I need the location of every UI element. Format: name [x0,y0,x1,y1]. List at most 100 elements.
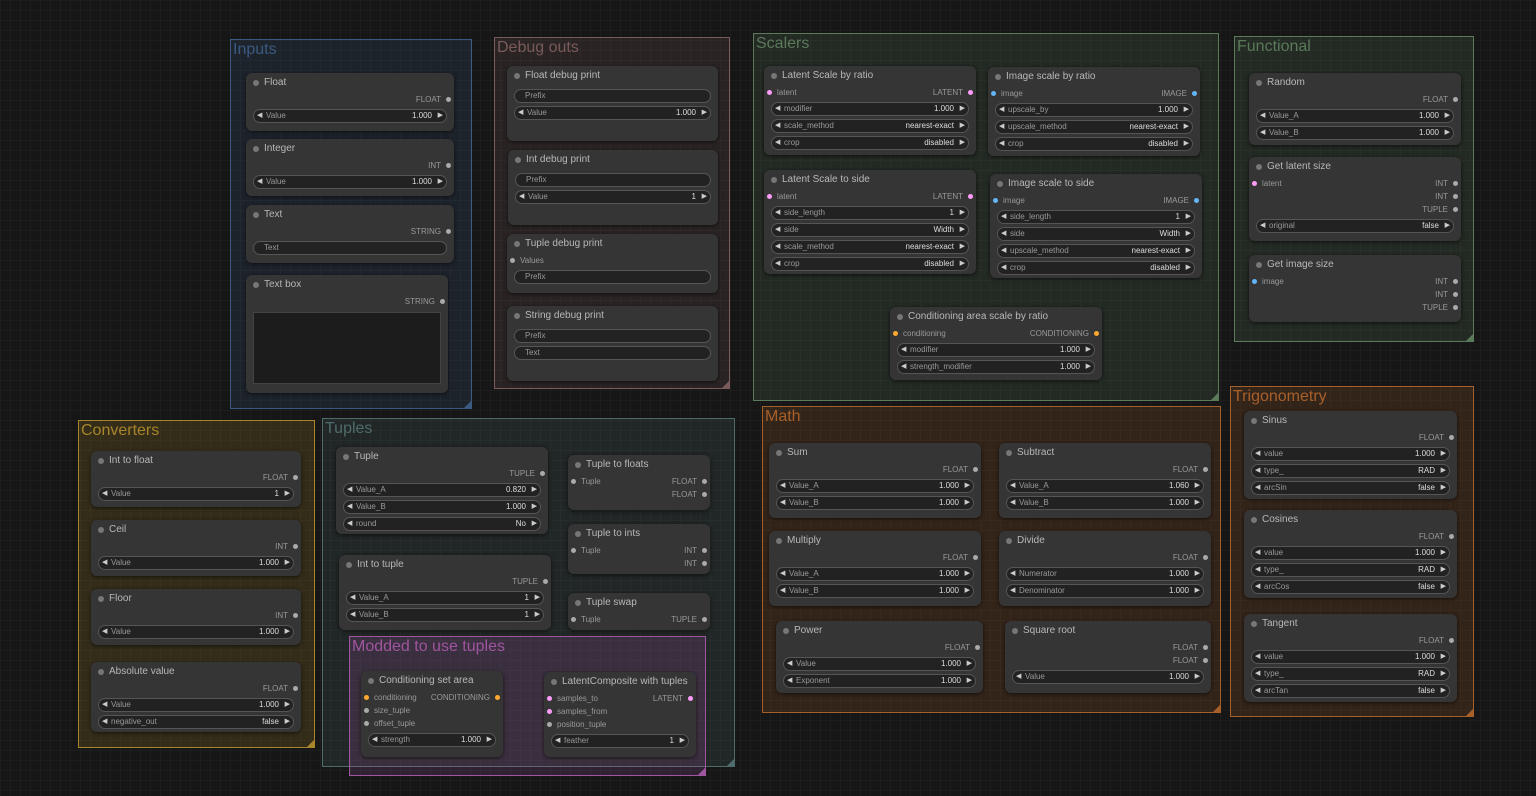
arrow-right-icon[interactable]: ▶ [960,103,965,115]
node-intdbg[interactable]: Int debug print Prefix ◀ Value 1 ▶ [508,150,718,225]
arrow-left-icon[interactable]: ◀ [780,480,785,492]
number-widget[interactable]: ◀ arcCos false ▶ [1251,580,1450,594]
output-socket-icon[interactable] [973,467,978,472]
node-tuple[interactable]: Tuple TUPLE ◀ Value_A 0.820 ▶ ◀ Value_B 1.000 ▶ ◀ r… [336,447,548,534]
arrow-right-icon[interactable]: ▶ [1186,262,1191,274]
number-widget[interactable]: ◀ arcTan false ▶ [1251,684,1450,698]
arrow-left-icon[interactable]: ◀ [775,120,780,132]
arrow-right-icon[interactable]: ▶ [1445,127,1450,139]
resize-handle-icon[interactable] [307,740,314,747]
arrow-right-icon[interactable]: ▶ [1195,497,1200,509]
arrow-right-icon[interactable]: ▶ [965,585,970,597]
number-widget[interactable]: ◀ Value_A 1.000 ▶ [1256,109,1454,123]
input-socket-icon[interactable] [547,709,552,714]
node-inttotuple[interactable]: Int to tuple TUPLE ◀ Value_A 1 ▶ ◀ Value_B 1 ▶ [339,555,551,630]
output-socket-icon[interactable] [543,579,548,584]
node-inttofloat[interactable]: Int to float FLOAT ◀ Value 1 ▶ [91,451,301,507]
arrow-right-icon[interactable]: ▶ [960,224,965,236]
node-condratio[interactable]: Conditioning area scale by ratio conditio… [890,307,1102,380]
arrow-right-icon[interactable]: ▶ [285,488,290,500]
arrow-left-icon[interactable]: ◀ [901,361,906,373]
text-input[interactable]: Prefix [514,89,711,103]
node-title[interactable]: Ceil [91,520,301,540]
arrow-left-icon[interactable]: ◀ [780,568,785,580]
node-title[interactable]: Image scale by ratio [988,67,1200,87]
number-widget[interactable]: ◀ original false ▶ [1256,219,1454,233]
arrow-right-icon[interactable]: ▶ [285,557,290,569]
node-title[interactable]: LatentComposite with tuples [544,672,696,692]
arrow-left-icon[interactable]: ◀ [518,107,523,119]
node-sqrt[interactable]: Square root FLOAT FLOAT ◀ Value 1.000 ▶ [1005,621,1211,693]
number-widget[interactable]: ◀ Denominator 1.000 ▶ [1006,584,1204,598]
input-socket-icon[interactable] [767,194,772,199]
arrow-right-icon[interactable]: ▶ [1441,581,1446,593]
node-title[interactable]: Integer [246,139,454,159]
arrow-right-icon[interactable]: ▶ [532,501,537,513]
arrow-right-icon[interactable]: ▶ [438,176,443,188]
input-socket-icon[interactable] [571,548,576,553]
input-socket-icon[interactable] [547,696,552,701]
arrow-right-icon[interactable]: ▶ [1441,448,1446,460]
arrow-left-icon[interactable]: ◀ [1260,110,1265,122]
node-tupletoints[interactable]: Tuple to ints Tuple INT INT [568,524,710,574]
output-socket-icon[interactable] [1203,555,1208,560]
arrow-right-icon[interactable]: ▶ [1195,480,1200,492]
arrow-left-icon[interactable]: ◀ [999,104,1004,116]
arrow-right-icon[interactable]: ▶ [285,699,290,711]
resize-handle-icon[interactable] [1466,709,1473,716]
input-socket-icon[interactable] [571,617,576,622]
output-socket-icon[interactable] [1449,534,1454,539]
node-sinus[interactable]: Sinus FLOAT ◀ value 1.000 ▶ ◀ type_ RAD ▶ ◀ arcSin f… [1244,411,1457,499]
resize-handle-icon[interactable] [1466,334,1473,341]
node-title[interactable]: Conditioning set area [361,671,503,691]
arrow-right-icon[interactable]: ▶ [532,518,537,530]
input-socket-icon[interactable] [993,198,998,203]
number-widget[interactable]: ◀ strength_modifier 1.000 ▶ [897,360,1095,374]
number-widget[interactable]: ◀ scale_method nearest-exact ▶ [771,119,969,133]
arrow-right-icon[interactable]: ▶ [965,568,970,580]
output-socket-icon[interactable] [1453,181,1458,186]
arrow-right-icon[interactable]: ▶ [487,734,492,746]
output-socket-icon[interactable] [702,617,707,622]
node-subtract[interactable]: Subtract FLOAT ◀ Value_A 1.060 ▶ ◀ Value_B 1.000… [999,443,1211,518]
text-input[interactable]: Prefix [514,270,711,284]
output-socket-icon[interactable] [975,645,980,650]
node-title[interactable]: Floor [91,589,301,609]
number-widget[interactable]: ◀ Value 1 ▶ [515,190,711,204]
arrow-left-icon[interactable]: ◀ [519,191,524,203]
arrow-left-icon[interactable]: ◀ [775,207,780,219]
number-widget[interactable]: ◀ Value_A 1.060 ▶ [1006,479,1204,493]
node-title[interactable]: Tuple debug print [507,234,718,254]
arrow-left-icon[interactable]: ◀ [102,716,107,728]
input-socket-icon[interactable] [893,331,898,336]
number-widget[interactable]: ◀ modifier 1.000 ▶ [771,102,969,116]
arrow-left-icon[interactable]: ◀ [1016,671,1021,683]
number-widget[interactable]: ◀ arcSin false ▶ [1251,481,1450,495]
output-socket-icon[interactable] [968,194,973,199]
resize-handle-icon[interactable] [1213,705,1220,712]
text-input[interactable]: Prefix [514,329,711,343]
number-widget[interactable]: ◀ Value_B 1.000 ▶ [776,496,974,510]
number-widget[interactable]: ◀ type_ RAD ▶ [1251,667,1450,681]
node-random[interactable]: Random FLOAT ◀ Value_A 1.000 ▶ ◀ Value_B 1.000 ▶ [1249,73,1461,145]
arrow-right-icon[interactable]: ▶ [960,241,965,253]
number-widget[interactable]: ◀ Value 1.000 ▶ [253,109,447,123]
node-title[interactable]: Random [1249,73,1461,93]
node-latentsize[interactable]: Get latent size latent INT INT TUPLE ◀ origina… [1249,157,1461,241]
node-title[interactable]: Int to float [91,451,301,471]
node-imageside[interactable]: Image scale to side image IMAGE ◀ side_lengt… [990,174,1202,278]
output-socket-icon[interactable] [446,229,451,234]
output-socket-icon[interactable] [293,544,298,549]
number-widget[interactable]: ◀ Value_A 1 ▶ [346,591,544,605]
node-title[interactable]: Latent Scale to side [764,170,976,190]
arrow-left-icon[interactable]: ◀ [1260,220,1265,232]
multiline-text-input[interactable] [253,312,441,384]
arrow-right-icon[interactable]: ▶ [1195,671,1200,683]
node-tupledbg[interactable]: Tuple debug print Values Prefix [507,234,718,293]
node-ceil[interactable]: Ceil INT ◀ Value 1.000 ▶ [91,520,301,576]
number-widget[interactable]: ◀ value 1.000 ▶ [1251,447,1450,461]
arrow-left-icon[interactable]: ◀ [1255,564,1260,576]
number-widget[interactable]: ◀ side Width ▶ [771,223,969,237]
arrow-right-icon[interactable]: ▶ [1195,568,1200,580]
node-title[interactable]: Int to tuple [339,555,551,575]
